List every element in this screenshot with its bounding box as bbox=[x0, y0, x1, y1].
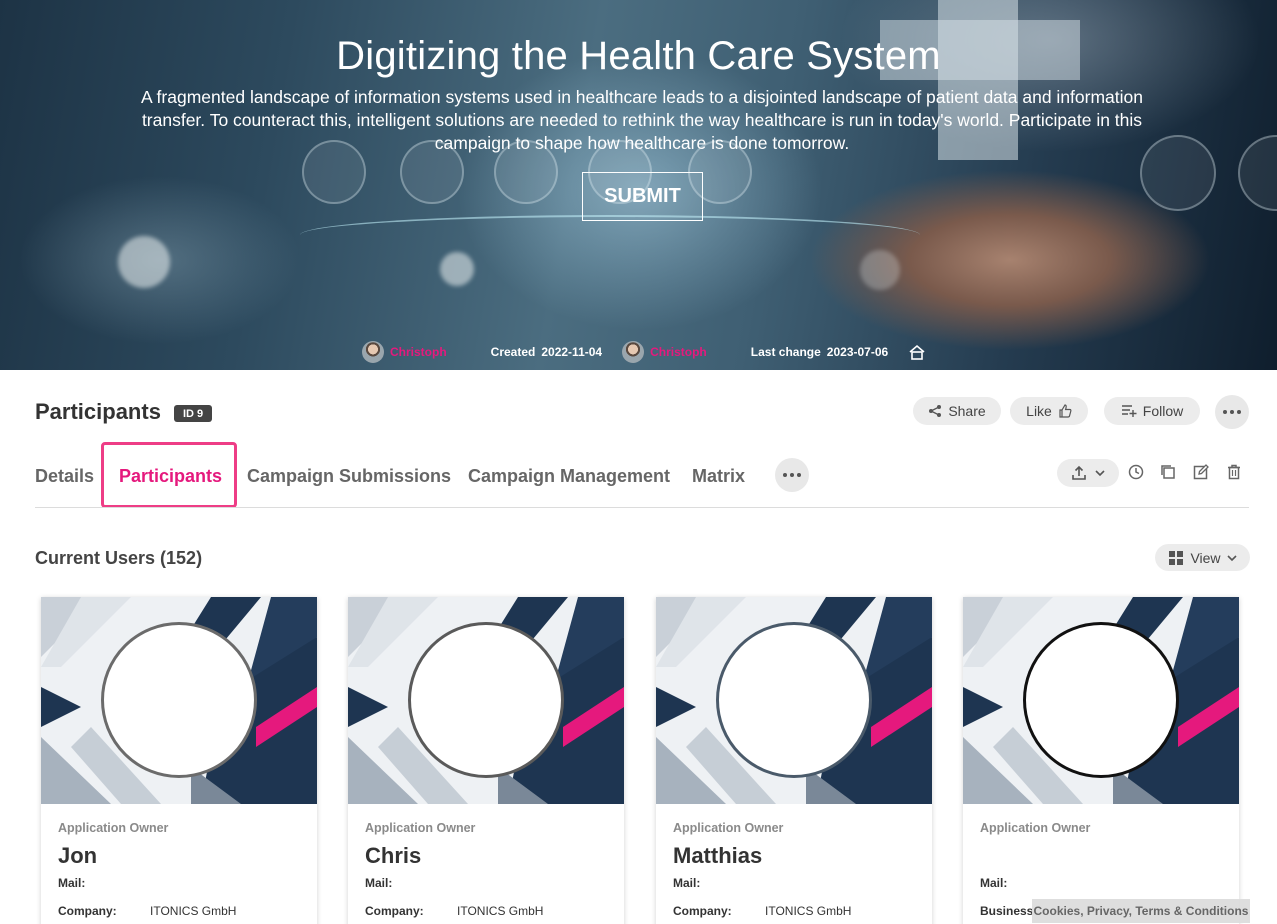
view-label: View bbox=[1190, 549, 1221, 566]
upload-icon bbox=[1072, 465, 1086, 480]
user-card[interactable]: Application Owner Mail: Business bbox=[963, 597, 1239, 924]
user-mail-row: Mail: bbox=[980, 876, 1072, 890]
user-card[interactable]: Application Owner Chris Mail: Company: IT… bbox=[348, 597, 624, 924]
tab-details[interactable]: Details bbox=[35, 455, 94, 497]
company-label: Company: bbox=[58, 904, 117, 918]
company-label: Company: bbox=[673, 904, 732, 918]
more-tabs-button[interactable] bbox=[775, 458, 809, 492]
hospital-icon bbox=[1238, 135, 1277, 211]
card-banner bbox=[656, 597, 932, 804]
share-icon bbox=[929, 405, 942, 417]
tab-matrix[interactable]: Matrix bbox=[692, 455, 745, 497]
mail-label: Mail: bbox=[58, 876, 86, 890]
editor-avatar[interactable] bbox=[622, 341, 645, 363]
share-button[interactable]: Share bbox=[913, 397, 1001, 425]
editor-name[interactable]: Christoph bbox=[650, 345, 707, 359]
company-label: Company: bbox=[365, 904, 424, 918]
chevron-down-icon bbox=[1095, 470, 1105, 477]
mail-label: Mail: bbox=[365, 876, 393, 890]
tabs-divider bbox=[35, 507, 1249, 508]
trash-icon[interactable] bbox=[1225, 463, 1243, 481]
user-company-row: Company: ITONICS GmbH bbox=[58, 904, 236, 918]
current-users-title: Current Users (152) bbox=[35, 548, 203, 568]
user-name[interactable]: Matthias bbox=[673, 843, 762, 869]
id-badge: ID 9 bbox=[174, 405, 213, 422]
bokeh-light bbox=[440, 252, 474, 286]
user-company-row: Company: ITONICS GmbH bbox=[673, 904, 851, 918]
company-value: ITONICS GmbH bbox=[150, 904, 237, 918]
bokeh-light bbox=[860, 250, 900, 290]
user-avatar[interactable] bbox=[1023, 622, 1179, 778]
tab-campaign-management[interactable]: Campaign Management bbox=[468, 455, 670, 497]
created-label: Created bbox=[490, 345, 536, 359]
user-mail-row: Mail: bbox=[58, 876, 150, 890]
tab-campaign-submissions[interactable]: Campaign Submissions bbox=[247, 455, 451, 497]
last-change-label: Last change bbox=[750, 345, 821, 359]
more-dots-icon bbox=[783, 473, 801, 477]
user-avatar[interactable] bbox=[408, 622, 564, 778]
user-avatar[interactable] bbox=[101, 622, 257, 778]
wave-graphic bbox=[300, 215, 920, 255]
tab-participants[interactable]: Participants bbox=[119, 455, 222, 497]
like-button[interactable]: Like bbox=[1010, 397, 1088, 425]
more-dots-icon bbox=[1223, 410, 1241, 414]
submit-button[interactable]: SUBMIT bbox=[582, 172, 703, 221]
thumbs-up-icon bbox=[1059, 404, 1072, 418]
card-banner bbox=[963, 597, 1239, 804]
created-date: 2022-11-04 bbox=[541, 345, 603, 359]
card-banner bbox=[348, 597, 624, 804]
follow-list-icon bbox=[1121, 405, 1137, 417]
more-actions-button[interactable] bbox=[1215, 395, 1249, 429]
mail-label: Mail: bbox=[673, 876, 701, 890]
page-title: Participants bbox=[35, 399, 161, 424]
campaign-meta: Christoph Created 2022-11-04 Christoph L… bbox=[362, 341, 926, 363]
user-mail-row: Mail: bbox=[365, 876, 457, 890]
chevron-down-icon bbox=[1226, 554, 1237, 561]
copy-icon[interactable] bbox=[1159, 463, 1177, 481]
company-value: ITONICS GmbH bbox=[765, 904, 852, 918]
user-card[interactable]: Application Owner Jon Mail: Company: ITON… bbox=[41, 597, 317, 924]
edit-icon[interactable] bbox=[1192, 463, 1210, 481]
history-clock-icon[interactable] bbox=[1127, 463, 1145, 481]
campaign-hero: Digitizing the Health Care System A frag… bbox=[0, 0, 1277, 370]
bokeh-light bbox=[118, 236, 170, 288]
user-role: Application Owner bbox=[58, 821, 169, 835]
creator-name[interactable]: Christoph bbox=[390, 345, 447, 359]
user-mail-row: Mail: bbox=[673, 876, 765, 890]
share-label: Share bbox=[948, 403, 986, 419]
campaign-title: Digitizing the Health Care System bbox=[336, 34, 941, 78]
creator-avatar[interactable] bbox=[362, 341, 384, 363]
user-name[interactable]: Jon bbox=[58, 843, 97, 869]
last-change-date: 2023-07-06 bbox=[826, 345, 889, 359]
user-card[interactable]: Application Owner Matthias Mail: Company… bbox=[656, 597, 932, 924]
export-button[interactable] bbox=[1057, 459, 1119, 487]
follow-button[interactable]: Follow bbox=[1104, 397, 1200, 425]
user-avatar[interactable] bbox=[716, 622, 872, 778]
grid-icon bbox=[1169, 550, 1184, 565]
home-icon[interactable] bbox=[908, 344, 926, 360]
cookie-privacy-link[interactable]: Cookies, Privacy, Terms & Conditions bbox=[1032, 899, 1250, 923]
view-toggle-button[interactable]: View bbox=[1155, 544, 1250, 571]
mail-label: Mail: bbox=[980, 876, 1008, 890]
campaign-description: A fragmented landscape of information sy… bbox=[140, 87, 1143, 153]
user-role: Application Owner bbox=[980, 821, 1091, 835]
company-value: ITONICS GmbH bbox=[457, 904, 544, 918]
user-role: Application Owner bbox=[673, 821, 784, 835]
follow-label: Follow bbox=[1142, 403, 1184, 419]
like-label: Like bbox=[1026, 403, 1052, 419]
user-role: Application Owner bbox=[365, 821, 476, 835]
card-banner bbox=[41, 597, 317, 804]
user-name[interactable]: Chris bbox=[365, 843, 421, 869]
user-company-row: Company: ITONICS GmbH bbox=[365, 904, 543, 918]
